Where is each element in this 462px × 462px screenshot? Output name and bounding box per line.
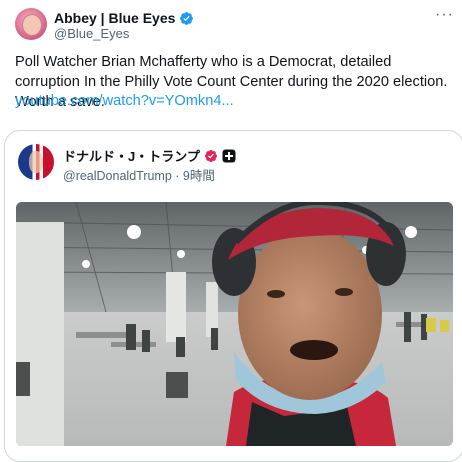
affiliate-badge-icon [222, 149, 236, 162]
quoted-name-row: ドナルド・J・トランプ [63, 146, 236, 165]
quoted-display-name[interactable]: ドナルド・J・トランプ [63, 146, 200, 165]
verified-badge-icon [180, 11, 194, 25]
video-thumbnail[interactable] [16, 202, 453, 446]
tweet: Abbey | Blue Eyes @Blue_Eyes ··· Poll Wa… [0, 0, 462, 462]
quoted-meta[interactable]: @realDonaldTrump · 9時間 [63, 165, 215, 184]
author-name-row: Abbey | Blue Eyes [54, 10, 194, 26]
author-avatar[interactable] [15, 8, 47, 40]
verified-badge-icon [204, 149, 217, 162]
quoted-tweet-card[interactable]: ドナルド・J・トランプ @realDonaldTrump · 9時間 [4, 130, 462, 462]
author-display-name[interactable]: Abbey | Blue Eyes [54, 10, 175, 26]
video-frame-image [16, 202, 453, 446]
more-horizontal-icon[interactable]: ··· [435, 6, 454, 24]
quoted-author-avatar[interactable] [18, 144, 54, 180]
author-handle[interactable]: @Blue_Eyes [54, 26, 129, 41]
tweet-link[interactable]: youtube.com/watch?v=YOmkn4... [15, 91, 234, 111]
